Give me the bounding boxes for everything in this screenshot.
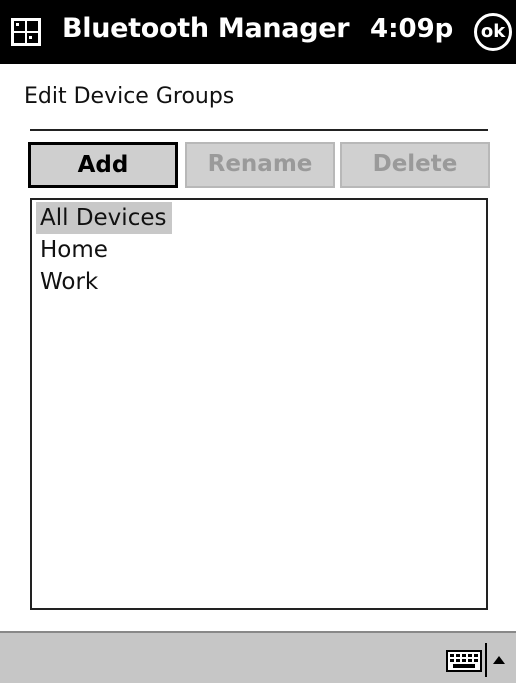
keyboard-icon[interactable] bbox=[446, 650, 482, 672]
list-item-all-devices[interactable]: All Devices bbox=[36, 202, 173, 234]
delete-button[interactable]: Delete bbox=[340, 142, 490, 188]
add-button[interactable]: Add bbox=[28, 142, 178, 188]
windows-flag-icon[interactable] bbox=[8, 14, 44, 50]
title-bar: Bluetooth Manager 4:09p ok bbox=[0, 0, 516, 64]
device-group-list[interactable]: All Devices Home Work bbox=[30, 198, 488, 610]
rename-button[interactable]: Rename bbox=[185, 142, 335, 188]
ok-button[interactable]: ok bbox=[474, 13, 512, 51]
divider bbox=[30, 129, 488, 131]
list-item-home[interactable]: Home bbox=[36, 234, 114, 266]
list-item-work[interactable]: Work bbox=[36, 266, 104, 298]
app-title: Bluetooth Manager bbox=[62, 13, 350, 44]
command-bar bbox=[0, 631, 516, 683]
page-title: Edit Device Groups bbox=[24, 84, 235, 109]
clock[interactable]: 4:09p bbox=[370, 14, 453, 44]
input-separator bbox=[485, 643, 487, 677]
up-arrow-icon[interactable] bbox=[492, 655, 506, 665]
